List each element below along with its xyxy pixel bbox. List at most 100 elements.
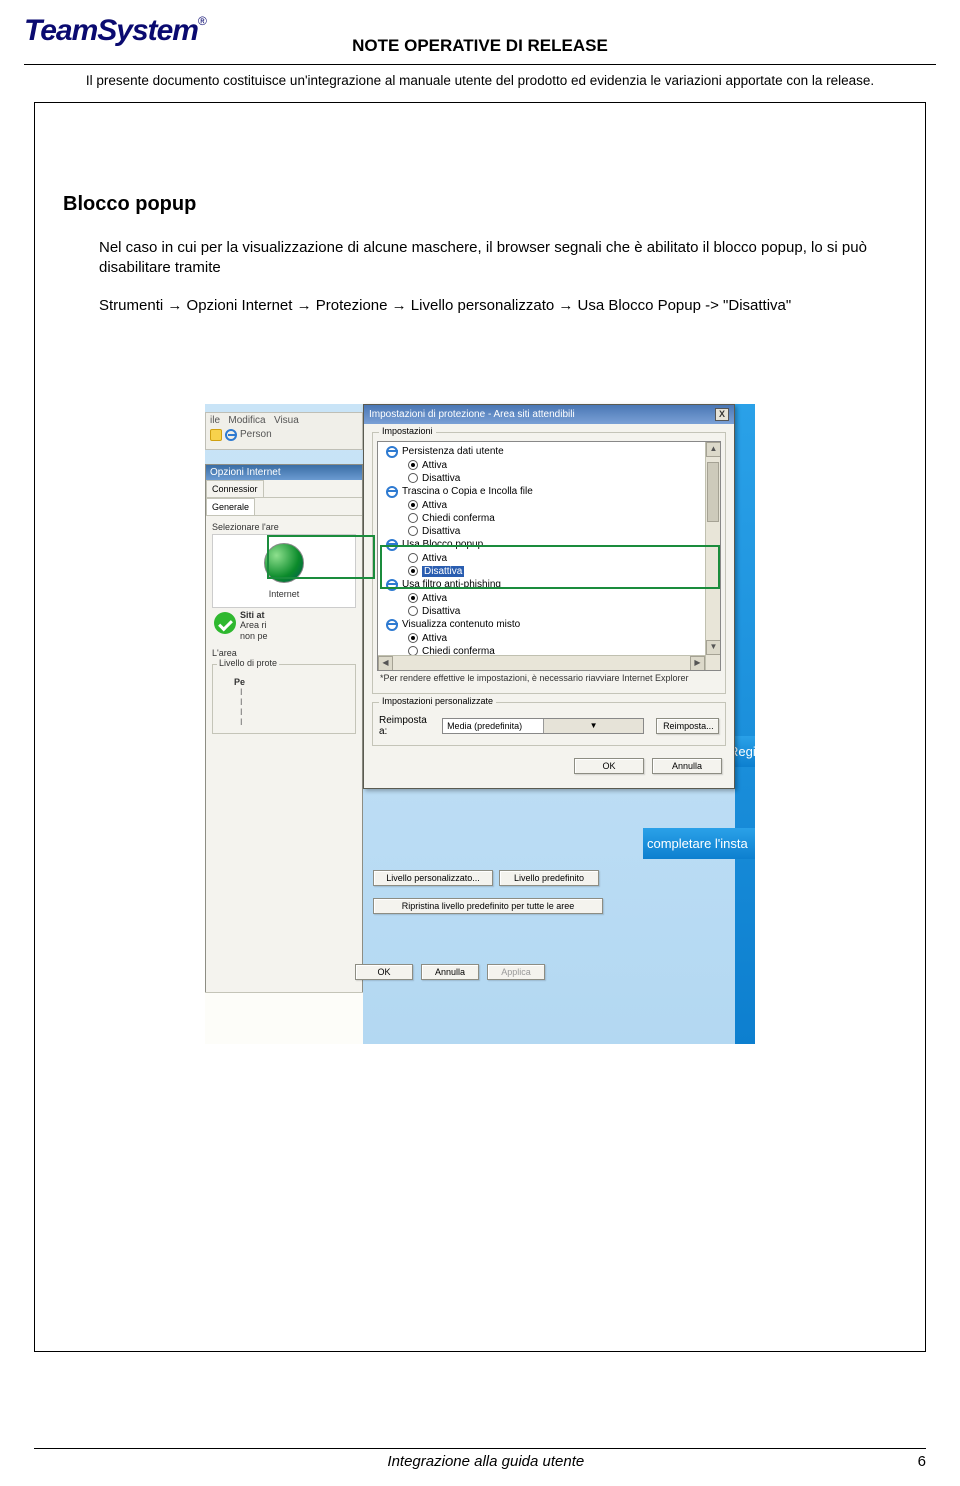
livello-protezione-group: Livello di prote Pe IIII xyxy=(212,664,356,734)
favorites-icon[interactable] xyxy=(210,429,222,441)
btn-ripristina[interactable]: Ripristina livello predefinito per tutte… xyxy=(373,898,603,914)
impostazioni-group: Impostazioni Persistenza dati utente Att… xyxy=(372,432,726,694)
page-footer: Integrazione alla guida utente 6 xyxy=(0,1448,960,1470)
opt-chiedi: Chiedi conferma xyxy=(422,513,495,524)
radio-icon[interactable] xyxy=(408,460,418,470)
menu-person[interactable]: Person xyxy=(240,429,272,440)
item-visualizza: Visualizza contenuto misto xyxy=(402,619,520,630)
siti-at-label: Siti at xyxy=(240,610,265,620)
footer-center-text: Integrazione alla guida utente xyxy=(387,1453,584,1470)
menu-modifica[interactable]: Modifica xyxy=(228,415,265,426)
page-header: TeamSystem® NOTE OPERATIVE DI RELEASE xyxy=(0,0,960,60)
dialog-title: Impostazioni di protezione - Area siti a… xyxy=(369,409,575,420)
vertical-scrollbar[interactable]: ▲ ▼ xyxy=(705,442,720,670)
opt-attiva: Attiva xyxy=(422,553,447,564)
larea-text: L'area xyxy=(212,648,356,658)
opt-disattiva-selected: Disattiva xyxy=(422,566,464,577)
impostazioni-legend: Impostazioni xyxy=(379,426,436,436)
ie-icon xyxy=(386,446,398,458)
radio-icon[interactable] xyxy=(408,500,418,510)
ie-menu-snippet: ile Modifica Visua Person xyxy=(205,412,363,450)
btn-livello-personalizzato[interactable]: Livello personalizzato... xyxy=(373,870,493,886)
sel-area-label: Selezionare l'are xyxy=(212,522,356,532)
scroll-right-icon[interactable]: ▶ xyxy=(690,656,705,671)
ie-icon xyxy=(225,429,237,441)
scroll-down-icon[interactable]: ▼ xyxy=(706,640,721,655)
dialog-annulla-button[interactable]: Annulla xyxy=(652,758,722,774)
btn-livello-predefinito[interactable]: Livello predefinito xyxy=(499,870,599,886)
opzioni-tabs-row1: Connessior xyxy=(206,480,362,498)
area-ri-text: Area ri xyxy=(240,620,267,630)
opzioni-internet-dialog: Opzioni Internet Connessior Generale Sel… xyxy=(205,464,363,994)
ie-icon xyxy=(386,539,398,551)
ie-icon xyxy=(386,486,398,498)
opt-attiva: Attiva xyxy=(422,500,447,511)
scroll-thumb[interactable] xyxy=(707,462,719,522)
personalizzate-legend: Impostazioni personalizzate xyxy=(379,696,496,706)
opt-disattiva: Disattiva xyxy=(422,526,460,537)
ie-icon xyxy=(386,619,398,631)
header-rule xyxy=(24,64,936,65)
non-pe-text: non pe xyxy=(240,631,268,641)
siti-attendibili-block: Siti at Area ri non pe xyxy=(212,610,356,642)
reimposta-button[interactable]: Reimposta... xyxy=(656,718,719,734)
menu-visua[interactable]: Visua xyxy=(274,415,299,426)
opt-disattiva: Disattiva xyxy=(422,606,460,617)
ie-icon xyxy=(386,579,398,591)
opt-attiva: Attiva xyxy=(422,593,447,604)
close-icon[interactable]: X xyxy=(715,408,729,421)
opt-disattiva: Disattiva xyxy=(422,473,460,484)
opzioni-ok-button[interactable]: OK xyxy=(355,964,413,980)
footer-rule xyxy=(34,1448,926,1449)
opzioni-annulla-button[interactable]: Annulla xyxy=(421,964,479,980)
radio-icon[interactable] xyxy=(408,606,418,616)
logo-reg: ® xyxy=(198,14,206,28)
radio-icon[interactable] xyxy=(408,553,418,563)
radio-icon[interactable] xyxy=(408,513,418,523)
dialog-ok-button[interactable]: OK xyxy=(574,758,644,774)
blue-strip-text-2: completare l'insta xyxy=(643,828,755,859)
combo-value: Media (predefinita) xyxy=(443,721,543,731)
scroll-left-icon[interactable]: ◀ xyxy=(378,656,393,671)
navigation-path: Strumenti → Opzioni Internet → Protezion… xyxy=(99,297,897,314)
opzioni-body: Selezionare l'are Internet Siti at Area … xyxy=(206,516,362,740)
horizontal-scrollbar[interactable]: ◀ ▶ xyxy=(378,655,705,670)
opzioni-applica-button[interactable]: Applica xyxy=(487,964,545,980)
reimposta-label: Reimposta a: xyxy=(379,715,436,737)
item-persistenza: Persistenza dati utente xyxy=(402,446,504,457)
document-subtitle: Il presente documento costituisce un'int… xyxy=(0,73,960,88)
bottom-pane xyxy=(205,992,363,1044)
radio-icon[interactable] xyxy=(408,473,418,483)
radio-icon[interactable] xyxy=(408,633,418,643)
item-usafiltro: Usa filtro anti-phishing xyxy=(402,579,501,590)
security-settings-dialog: Impostazioni di protezione - Area siti a… xyxy=(363,404,735,789)
menu-file[interactable]: ile xyxy=(210,415,220,426)
internet-zone-label: Internet xyxy=(215,589,353,599)
dialog-titlebar: Impostazioni di protezione - Area siti a… xyxy=(364,405,734,424)
scroll-up-icon[interactable]: ▲ xyxy=(706,442,721,457)
pe-label: Pe xyxy=(234,677,245,687)
opzioni-tabs-row2: Generale xyxy=(206,498,362,516)
radio-icon[interactable] xyxy=(408,593,418,603)
logo-text: TeamSystem xyxy=(24,14,198,47)
opzioni-titlebar: Opzioni Internet xyxy=(206,465,362,480)
item-trascina: Trascina o Copia e Incolla file xyxy=(402,486,533,497)
section-heading: Blocco popup xyxy=(63,193,897,216)
dropdown-icon[interactable]: ▼ xyxy=(543,719,643,733)
opt-attiva: Attiva xyxy=(422,460,447,471)
dialog-body: Impostazioni Persistenza dati utente Att… xyxy=(364,424,734,788)
personalizzate-group: Impostazioni personalizzate Reimposta a:… xyxy=(372,702,726,746)
radio-icon[interactable] xyxy=(408,526,418,536)
reimposta-combo[interactable]: Media (predefinita) ▼ xyxy=(442,718,644,734)
footer-page-number: 6 xyxy=(918,1453,926,1470)
section-paragraph: Nel caso in cui per la visualizzazione d… xyxy=(99,238,897,279)
globe-icon[interactable] xyxy=(264,543,304,583)
tree-content: Persistenza dati utente Attiva Disattiva… xyxy=(378,442,720,661)
radio-icon[interactable] xyxy=(408,566,418,576)
check-icon xyxy=(214,612,236,634)
settings-tree[interactable]: Persistenza dati utente Attiva Disattiva… xyxy=(377,441,721,671)
blue-right-strip xyxy=(735,404,755,1044)
tab-generale[interactable]: Generale xyxy=(206,498,255,515)
tab-connessioni[interactable]: Connessior xyxy=(206,480,264,497)
restart-note: *Per rendere effettive le impostazioni, … xyxy=(377,671,721,689)
